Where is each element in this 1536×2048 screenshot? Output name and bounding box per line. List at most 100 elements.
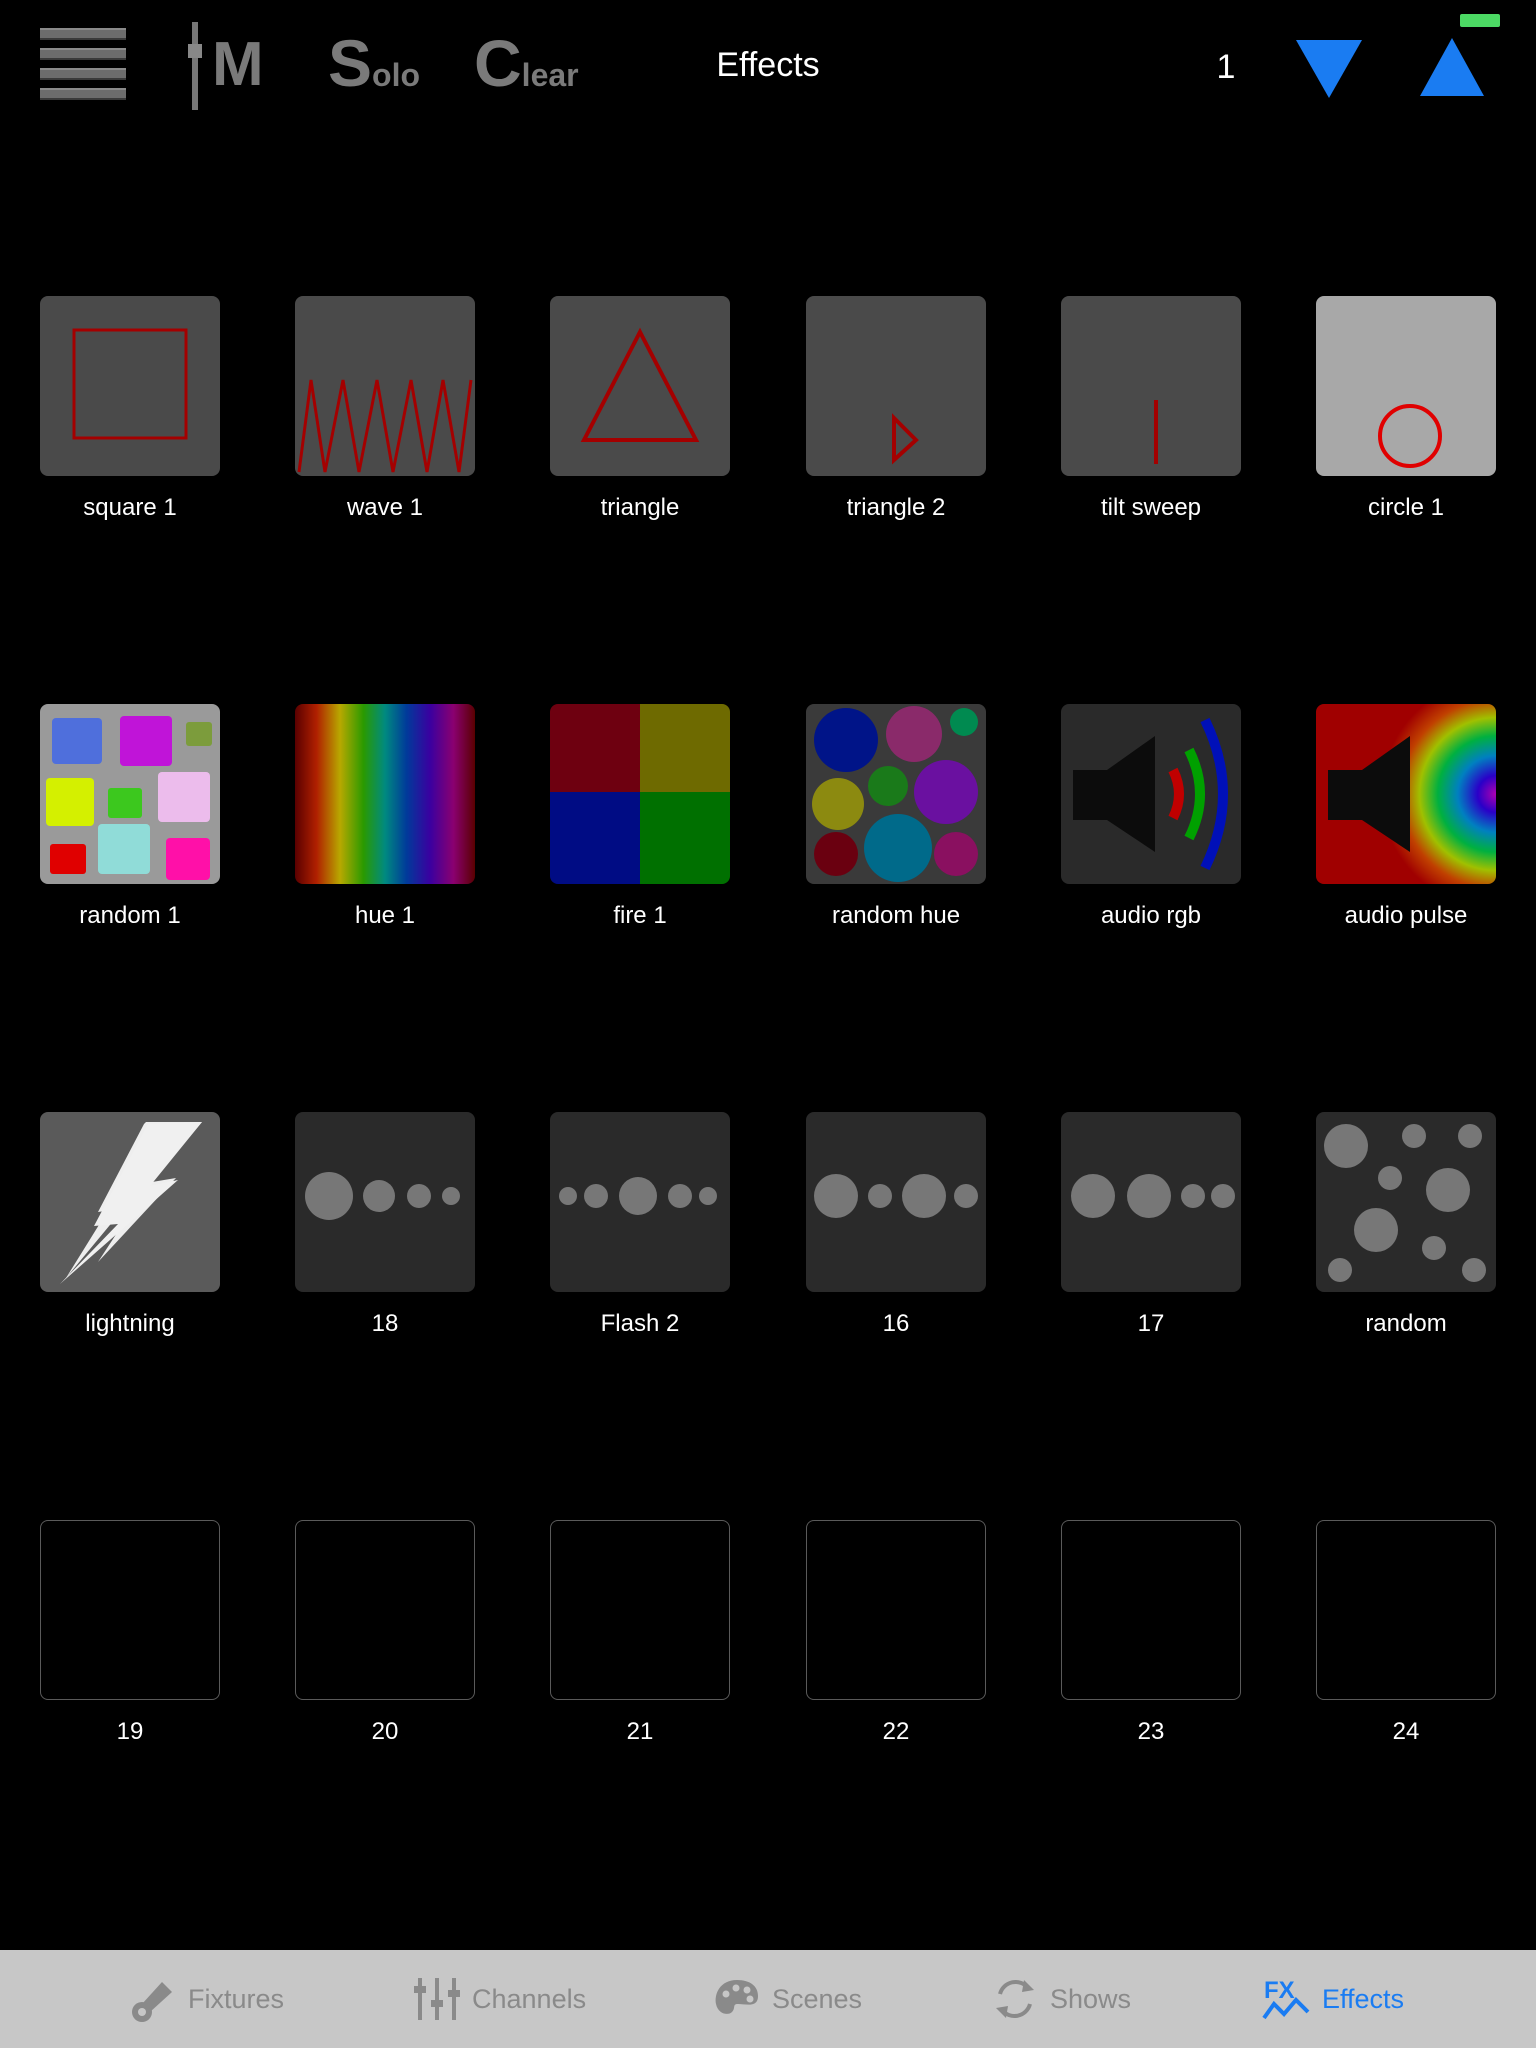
effect-label: hue 1 — [354, 902, 416, 929]
effect-tile[interactable] — [806, 296, 986, 476]
speaker-pulse-icon — [1316, 704, 1496, 884]
circle-outline-icon — [1316, 296, 1496, 476]
empty-slot[interactable] — [550, 1520, 730, 1700]
effect-cell[interactable]: square 1 — [40, 296, 220, 522]
tab-label: Effects — [1322, 1983, 1405, 2014]
effect-cell[interactable]: triangle — [550, 296, 730, 522]
sliders-icon — [414, 1978, 460, 2020]
tab-shows[interactable]: Shows — [990, 1950, 1131, 2048]
effect-label: 19 — [116, 1718, 144, 1745]
effect-cell[interactable]: triangle 2 — [806, 296, 986, 522]
effect-tile[interactable] — [40, 1112, 220, 1292]
effect-cell[interactable]: random — [1316, 1112, 1496, 1338]
rainbow-gradient-icon — [295, 704, 475, 884]
effect-cell[interactable]: Flash 2 — [550, 1112, 730, 1338]
effect-label: random — [1365, 1310, 1447, 1337]
effect-label: triangle — [600, 494, 680, 521]
effect-cell[interactable]: 16 — [806, 1112, 986, 1338]
effect-tile[interactable] — [1061, 296, 1241, 476]
effect-tile[interactable] — [1316, 1112, 1496, 1292]
empty-slot[interactable] — [1061, 1520, 1241, 1700]
effect-cell[interactable]: random 1 — [40, 704, 220, 930]
effect-label: audio rgb — [1100, 902, 1202, 929]
effect-tile[interactable] — [806, 1112, 986, 1292]
effect-cell[interactable]: 18 — [295, 1112, 475, 1338]
effect-label: 17 — [1137, 1310, 1165, 1337]
effects-grid: square 1 wave 1 triangle triangle 2 tilt… — [0, 0, 1536, 1940]
effect-cell-empty[interactable]: 22 — [806, 1520, 986, 1746]
effect-label: wave 1 — [346, 494, 424, 521]
effect-tile[interactable] — [550, 1112, 730, 1292]
effect-tile[interactable] — [1316, 704, 1496, 884]
effect-label: lightning — [85, 1310, 175, 1337]
empty-slot[interactable] — [295, 1520, 475, 1700]
effect-cell-empty[interactable]: 19 — [40, 1520, 220, 1746]
effect-label: 20 — [371, 1718, 399, 1745]
effect-label: audio pulse — [1344, 902, 1468, 929]
small-triangle-icon — [806, 296, 986, 476]
tab-label: Fixtures — [188, 1983, 285, 2014]
empty-slot[interactable] — [40, 1520, 220, 1700]
palette-icon — [715, 1980, 758, 2014]
effect-cell[interactable]: hue 1 — [295, 704, 475, 930]
effect-cell[interactable]: 17 — [1061, 1112, 1241, 1338]
effect-label: tilt sweep — [1100, 494, 1202, 521]
effect-label: 18 — [371, 1310, 399, 1337]
cycle-arrows-icon — [996, 1980, 1034, 2018]
grey-dots-icon — [806, 1112, 986, 1292]
effect-tile[interactable] — [295, 1112, 475, 1292]
effect-cell-empty[interactable]: 21 — [550, 1520, 730, 1746]
effect-cell-empty[interactable]: 23 — [1061, 1520, 1241, 1746]
effect-cell[interactable]: audio rgb — [1061, 704, 1241, 930]
effect-label: 21 — [626, 1718, 654, 1745]
effect-cell[interactable]: lightning — [40, 1112, 220, 1338]
effect-tile[interactable] — [40, 296, 220, 476]
square-outline-icon — [40, 296, 220, 476]
effect-cell-empty[interactable]: 24 — [1316, 1520, 1496, 1746]
effect-tile[interactable] — [550, 704, 730, 884]
effect-label: circle 1 — [1367, 494, 1445, 521]
tab-fixtures[interactable]: Fixtures — [128, 1950, 284, 2048]
effect-cell[interactable]: wave 1 — [295, 296, 475, 522]
effect-tile[interactable] — [40, 704, 220, 884]
effect-label: 23 — [1137, 1718, 1165, 1745]
zigzag-wave-icon — [295, 296, 475, 476]
effect-label: triangle 2 — [846, 494, 946, 521]
effect-cell-empty[interactable]: 20 — [295, 1520, 475, 1746]
color-quadrants-icon — [550, 704, 730, 884]
scattered-dots-icon — [1316, 1112, 1496, 1292]
effect-label: fire 1 — [613, 902, 667, 929]
grey-dots-icon — [550, 1112, 730, 1292]
empty-slot[interactable] — [806, 1520, 986, 1700]
empty-slot[interactable] — [1316, 1520, 1496, 1700]
effect-label: 22 — [882, 1718, 910, 1745]
tab-label: Shows — [1050, 1983, 1132, 2014]
effect-tile[interactable] — [295, 296, 475, 476]
effect-tile[interactable] — [1061, 1112, 1241, 1292]
effect-label: Flash 2 — [600, 1310, 680, 1337]
tab-effects[interactable]: FX Effects — [1262, 1950, 1404, 2048]
tab-bar: Fixtures Channels Scenes Shows FX Effect… — [0, 1950, 1536, 2048]
colored-circles-icon — [806, 704, 986, 884]
vertical-line-icon — [1061, 296, 1241, 476]
triangle-outline-icon — [550, 296, 730, 476]
grey-dots-icon — [295, 1112, 475, 1292]
svg-text:FX: FX — [1264, 1977, 1295, 2004]
speaker-rgb-icon — [1061, 704, 1241, 884]
effect-cell[interactable]: circle 1 — [1316, 296, 1496, 522]
effect-cell[interactable]: fire 1 — [550, 704, 730, 930]
effect-tile[interactable] — [1316, 296, 1496, 476]
effect-cell[interactable]: tilt sweep — [1061, 296, 1241, 522]
effect-tile[interactable] — [806, 704, 986, 884]
tab-scenes[interactable]: Scenes — [712, 1950, 862, 2048]
effect-tile[interactable] — [550, 296, 730, 476]
effect-label: 16 — [882, 1310, 910, 1337]
effect-tile[interactable] — [295, 704, 475, 884]
effect-cell[interactable]: audio pulse — [1316, 704, 1496, 930]
effect-label: 24 — [1392, 1718, 1420, 1745]
tab-channels[interactable]: Channels — [412, 1950, 586, 2048]
effect-label: square 1 — [83, 494, 177, 521]
effect-tile[interactable] — [1061, 704, 1241, 884]
effect-cell[interactable]: random hue — [806, 704, 986, 930]
spotlight-icon — [132, 1982, 172, 2022]
